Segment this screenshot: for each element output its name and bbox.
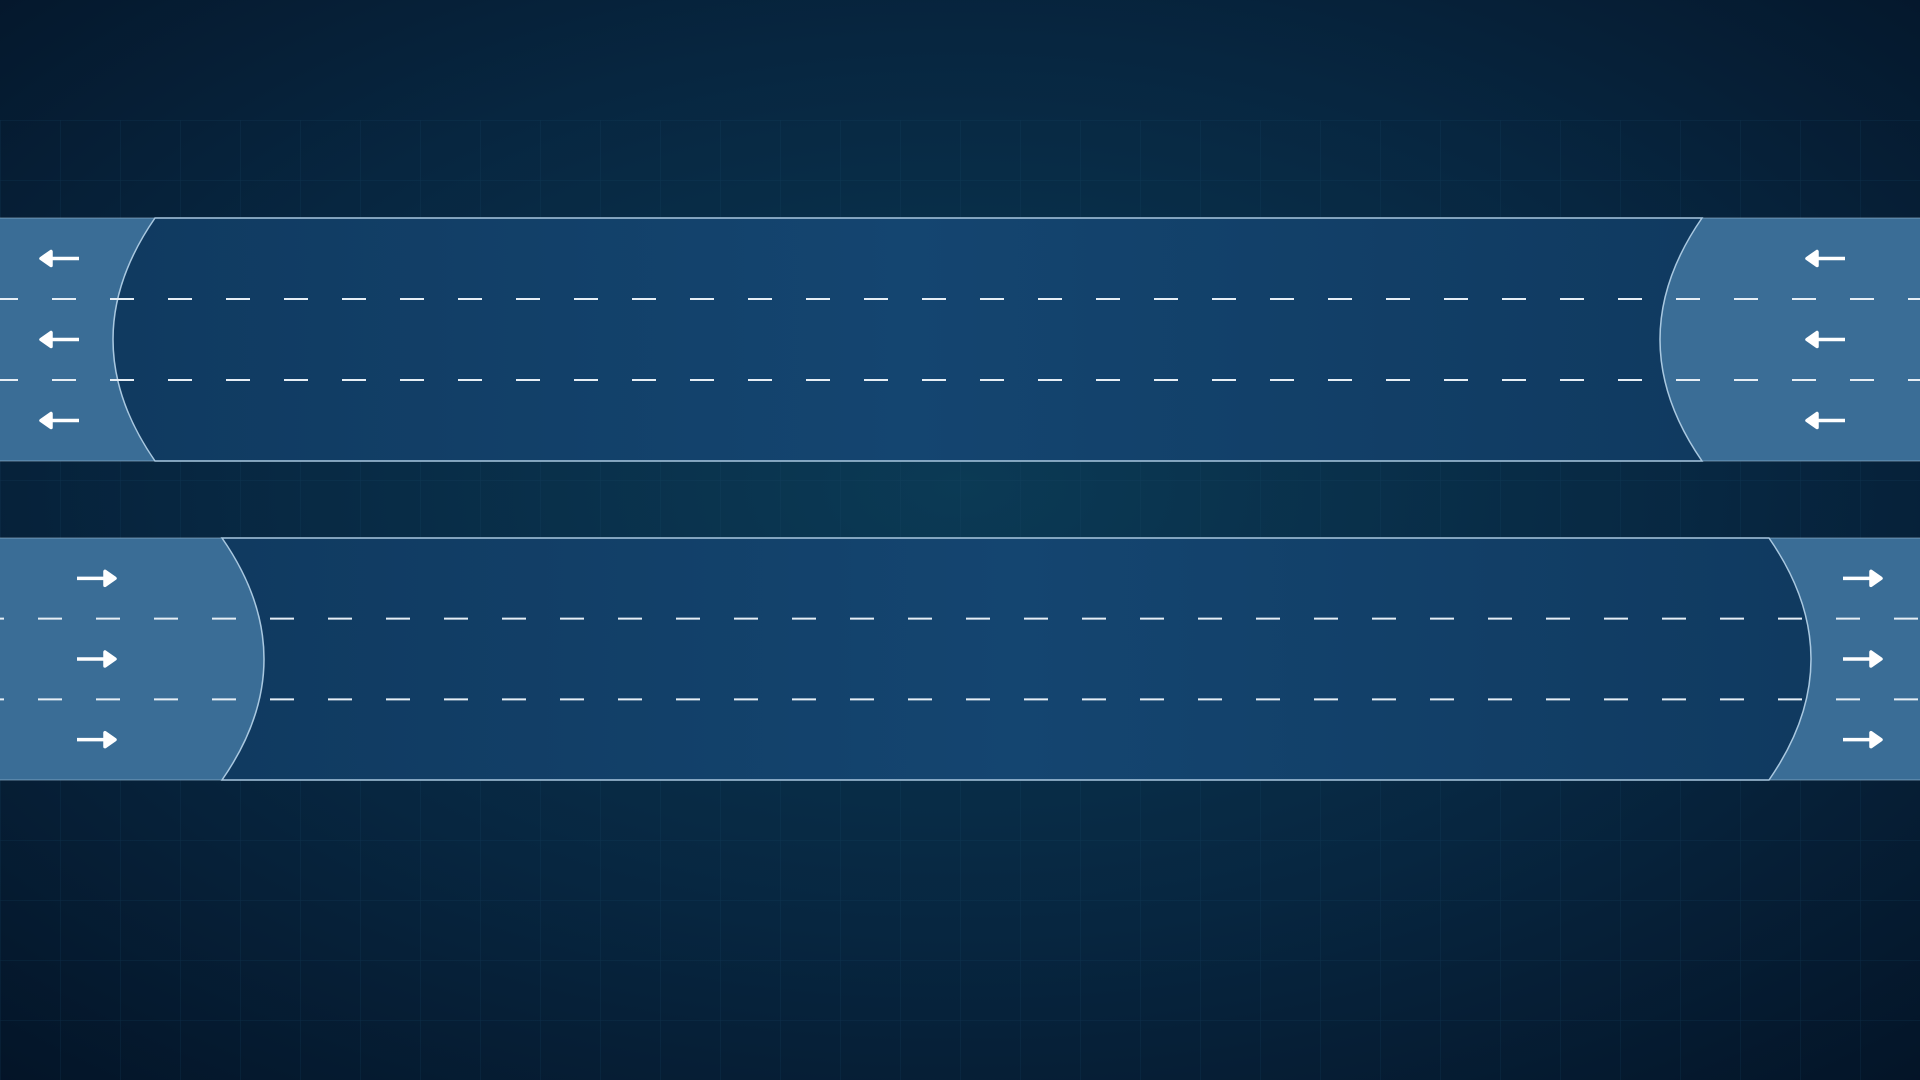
road-inner-panel — [220, 537, 1812, 781]
lower-carriageway — [0, 537, 1920, 781]
road-inner-panel — [112, 217, 1704, 462]
road-diagram — [0, 0, 1920, 1080]
upper-carriageway — [0, 217, 1920, 462]
